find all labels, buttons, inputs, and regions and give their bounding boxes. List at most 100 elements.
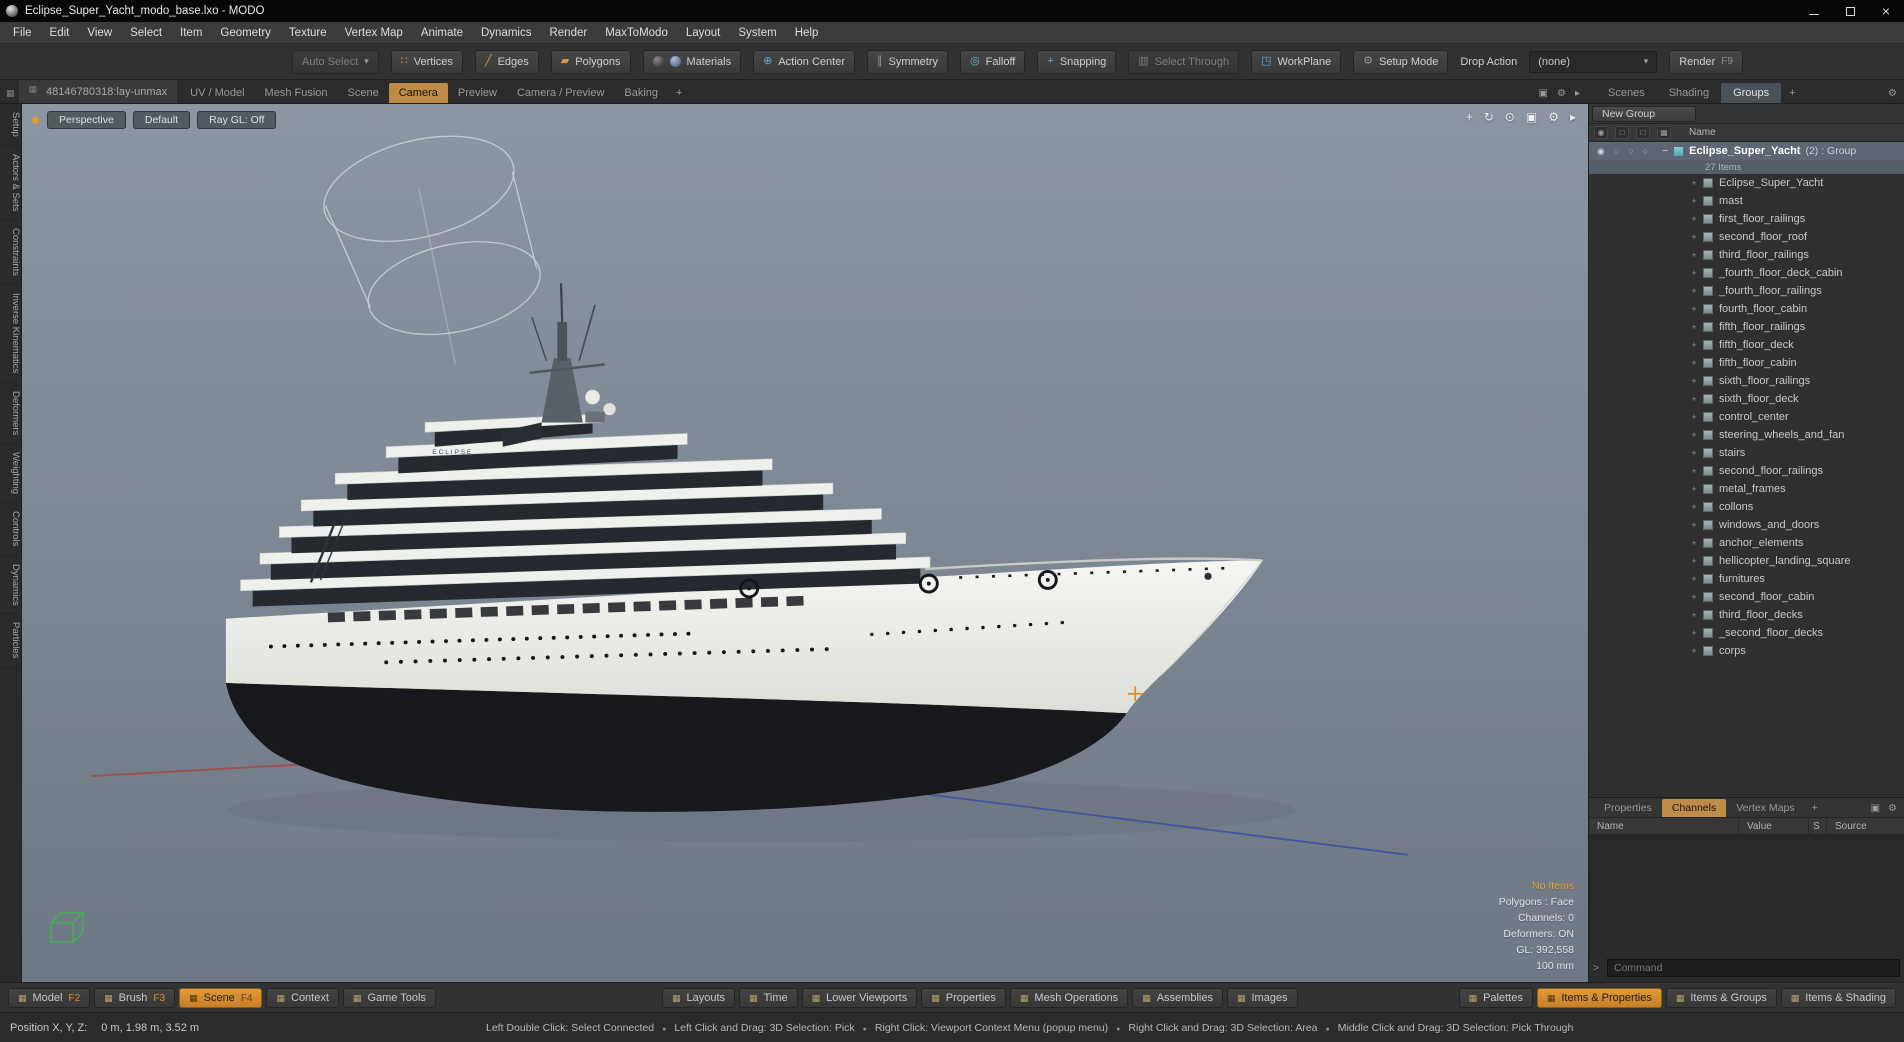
expand-arrow-icon[interactable]: + [1689,556,1699,566]
side-palette-tab[interactable]: Setup [0,104,21,146]
expand-arrow-icon[interactable]: + [1689,466,1699,476]
panel-tab[interactable]: Groups [1721,83,1782,103]
menu-item[interactable]: Edit [41,22,79,43]
menu-item[interactable]: Dynamics [472,22,540,43]
group-item-row[interactable]: + fifth_floor_deck [1589,336,1904,354]
expand-arrow-icon[interactable]: + [1689,574,1699,584]
group-item-row[interactable]: + fifth_floor_cabin [1589,354,1904,372]
gear-icon[interactable]: ⚙ [1557,88,1566,99]
expand-arrow-icon[interactable]: + [1689,214,1699,224]
expand-arrow-icon[interactable]: + [1689,268,1699,278]
arrow-right-icon[interactable]: ▸ [1570,110,1576,124]
side-palette-tab[interactable]: Inverse Kinematics [0,285,21,383]
group-item-row[interactable]: + sixth_floor_deck [1589,390,1904,408]
group-item-row[interactable]: + windows_and_doors [1589,516,1904,534]
new-group-button[interactable]: New Group [1592,105,1697,122]
expand-arrow-icon[interactable]: + [1689,592,1699,602]
viewport-mode-button[interactable]: Ray GL: Off [197,111,277,129]
polygons-mode-button[interactable]: ▰ Polygons [550,49,631,74]
materials-mode-button[interactable]: Materials [642,49,742,74]
setup-mode-button[interactable]: ⚙ Setup Mode [1353,49,1449,74]
eye-icon[interactable]: ◉ [1597,146,1605,157]
menu-item[interactable]: Vertex Map [336,22,412,43]
expand-arrow-icon[interactable]: + [1689,412,1699,422]
group-item-row[interactable]: + hellicopter_landing_square [1589,552,1904,570]
group-item-row[interactable]: + second_floor_cabin [1589,588,1904,606]
channels-panel-tab[interactable]: Vertex Maps [1726,799,1804,817]
expand-arrow-icon[interactable]: + [1689,178,1699,188]
mode-button[interactable]: ▦ Items & Properties [1536,988,1662,1008]
group-item-row[interactable]: + second_floor_railings [1589,462,1904,480]
viewport-mode-button[interactable]: Default [132,111,191,129]
expand-arrow-icon[interactable]: + [1689,196,1699,206]
expand-arrow-icon[interactable]: + [1689,358,1699,368]
side-palette-tab[interactable]: Dynamics [0,556,21,615]
expand-arrow-icon[interactable]: + [1689,430,1699,440]
group-item-row[interactable]: + anchor_elements [1589,534,1904,552]
side-palette-tab[interactable]: Constraints [0,220,21,286]
layout-popover-button[interactable]: ▦ Properties [921,988,1006,1008]
channels-panel-tab[interactable]: Properties [1594,799,1662,817]
viewport-layout-tab[interactable]: Preview [448,83,507,103]
viewport-rotation-dot-icon[interactable] [32,116,39,124]
group-item-row[interactable]: + stairs [1589,444,1904,462]
session-layout-tab[interactable]: ▦ 48146780318:lay-unmax [18,80,178,103]
viewport-layout-tab[interactable]: Camera [388,83,448,103]
maximize-icon[interactable]: ▣ [1871,803,1880,814]
toggle-circle-icon[interactable]: ○ [1614,146,1619,156]
expand-arrow-icon[interactable]: + [1689,520,1699,530]
orbit-icon[interactable]: ↻ [1484,110,1494,124]
menu-item[interactable]: Geometry [211,22,280,43]
channels-empty-list[interactable] [1589,835,1904,958]
expand-arrow-icon[interactable]: + [1689,286,1699,296]
group-item-row[interactable]: + mast [1589,192,1904,210]
expand-arrow-icon[interactable]: + [1689,484,1699,494]
side-palette-tab[interactable]: Controls [0,503,21,556]
group-item-row[interactable]: + third_floor_decks [1589,606,1904,624]
expand-arrow-icon[interactable]: + [1689,502,1699,512]
expand-arrow-icon[interactable]: + [1689,394,1699,404]
minimize-button[interactable] [1796,0,1832,22]
mode-button[interactable]: ▦ Brush F3 [94,988,176,1008]
side-palette-tab[interactable]: Weighting [0,444,21,504]
mode-button[interactable]: ▦ Palettes [1458,988,1533,1008]
edges-mode-button[interactable]: ╱ Edges [474,49,539,74]
falloff-cylinder-wireframe[interactable] [313,118,549,365]
expand-arrow-icon[interactable]: + [1689,304,1699,314]
group-item-row[interactable]: + Eclipse_Super_Yacht [1589,174,1904,192]
group-item-row[interactable]: + sixth_floor_railings [1589,372,1904,390]
add-panel-tab-button[interactable]: + [1781,83,1803,103]
menu-item[interactable]: Help [786,22,828,43]
group-item-row[interactable]: + steering_wheels_and_fan [1589,426,1904,444]
toggle-circle-icon[interactable]: ○ [1628,146,1633,156]
pan-icon[interactable]: + [1466,110,1473,124]
menu-item[interactable]: Layout [677,22,730,43]
arrow-right-icon[interactable]: ▸ [1575,88,1580,99]
panel-tab[interactable]: Scenes [1596,83,1657,103]
3d-viewport[interactable]: ECLIPSE Perspective Default Ray GL: Off … [22,104,1588,982]
side-palette-tab[interactable]: Actors & Sets [0,146,21,221]
layout-popover-button[interactable]: ▦ Assemblies [1132,988,1223,1008]
expand-arrow-icon[interactable]: + [1689,340,1699,350]
group-item-row[interactable]: + furnitures [1589,570,1904,588]
group-row-selected[interactable]: ◉ ○ ○ ○ − Eclipse_Super_Yacht (2) : Grou… [1589,142,1904,160]
layout-popover-button[interactable]: ▦ Images [1226,988,1298,1008]
symmetry-button[interactable]: ∥ Symmetry [867,49,948,74]
auto-select-button[interactable]: Auto Select ▾ [292,49,379,74]
gear-icon[interactable]: ⚙ [1888,803,1897,814]
group-item-row[interactable]: + control_center [1589,408,1904,426]
maximize-button[interactable] [1832,0,1868,22]
expand-arrow-icon[interactable]: + [1689,538,1699,548]
expand-arrow-icon[interactable]: + [1689,322,1699,332]
group-item-row[interactable]: + metal_frames [1589,480,1904,498]
expand-arrow-icon[interactable]: + [1689,250,1699,260]
add-tab-button[interactable]: + [668,83,690,103]
drop-action-select[interactable]: (none) ▾ [1529,50,1658,73]
menu-item[interactable]: View [78,22,121,43]
group-item-row[interactable]: + _second_floor_decks [1589,624,1904,642]
group-item-row[interactable]: + corps [1589,642,1904,660]
menu-item[interactable]: MaxToModo [596,22,677,43]
maximize-viewport-icon[interactable]: ▣ [1539,88,1548,99]
mode-button[interactable]: ▦ Game Tools [342,988,436,1008]
close-button[interactable]: × [1868,0,1904,22]
